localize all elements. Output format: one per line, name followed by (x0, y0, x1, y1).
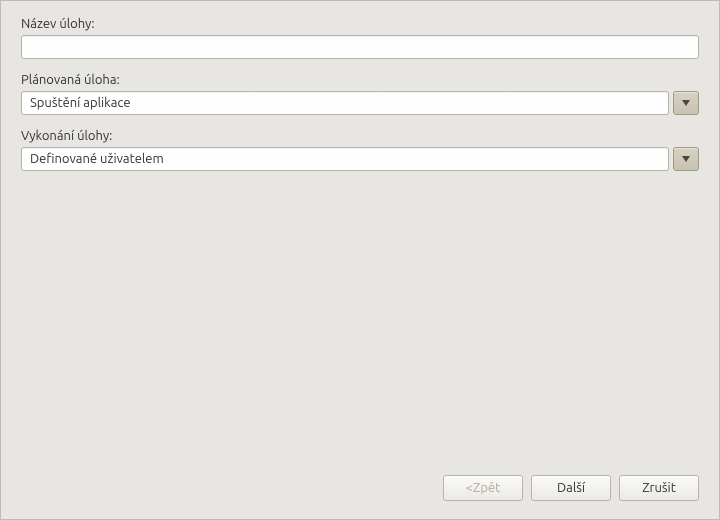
next-button[interactable]: Další (531, 475, 611, 501)
cancel-button[interactable]: Zrušit (619, 475, 699, 501)
planned-task-dropdown-button[interactable] (673, 91, 699, 115)
field-planned-task: Plánovaná úloha: Spuštění aplikace (21, 73, 699, 115)
planned-task-label: Plánovaná úloha: (21, 73, 699, 87)
planned-task-value[interactable]: Spuštění aplikace (21, 91, 669, 115)
form-content: Název úlohy: Plánovaná úloha: Spuštění a… (1, 1, 719, 171)
wizard-button-bar: <Zpět Další Zrušit (443, 475, 699, 501)
chevron-down-icon (682, 156, 690, 162)
back-button: <Zpět (443, 475, 523, 501)
planned-task-combo: Spuštění aplikace (21, 91, 699, 115)
task-execution-combo: Definované uživatelem (21, 147, 699, 171)
field-task-execution: Vykonání úlohy: Definované uživatelem (21, 129, 699, 171)
task-execution-dropdown-button[interactable] (673, 147, 699, 171)
task-name-input[interactable] (21, 35, 699, 59)
chevron-down-icon (682, 100, 690, 106)
task-execution-value[interactable]: Definované uživatelem (21, 147, 669, 171)
field-task-name: Název úlohy: (21, 17, 699, 59)
task-name-label: Název úlohy: (21, 17, 699, 31)
task-execution-label: Vykonání úlohy: (21, 129, 699, 143)
